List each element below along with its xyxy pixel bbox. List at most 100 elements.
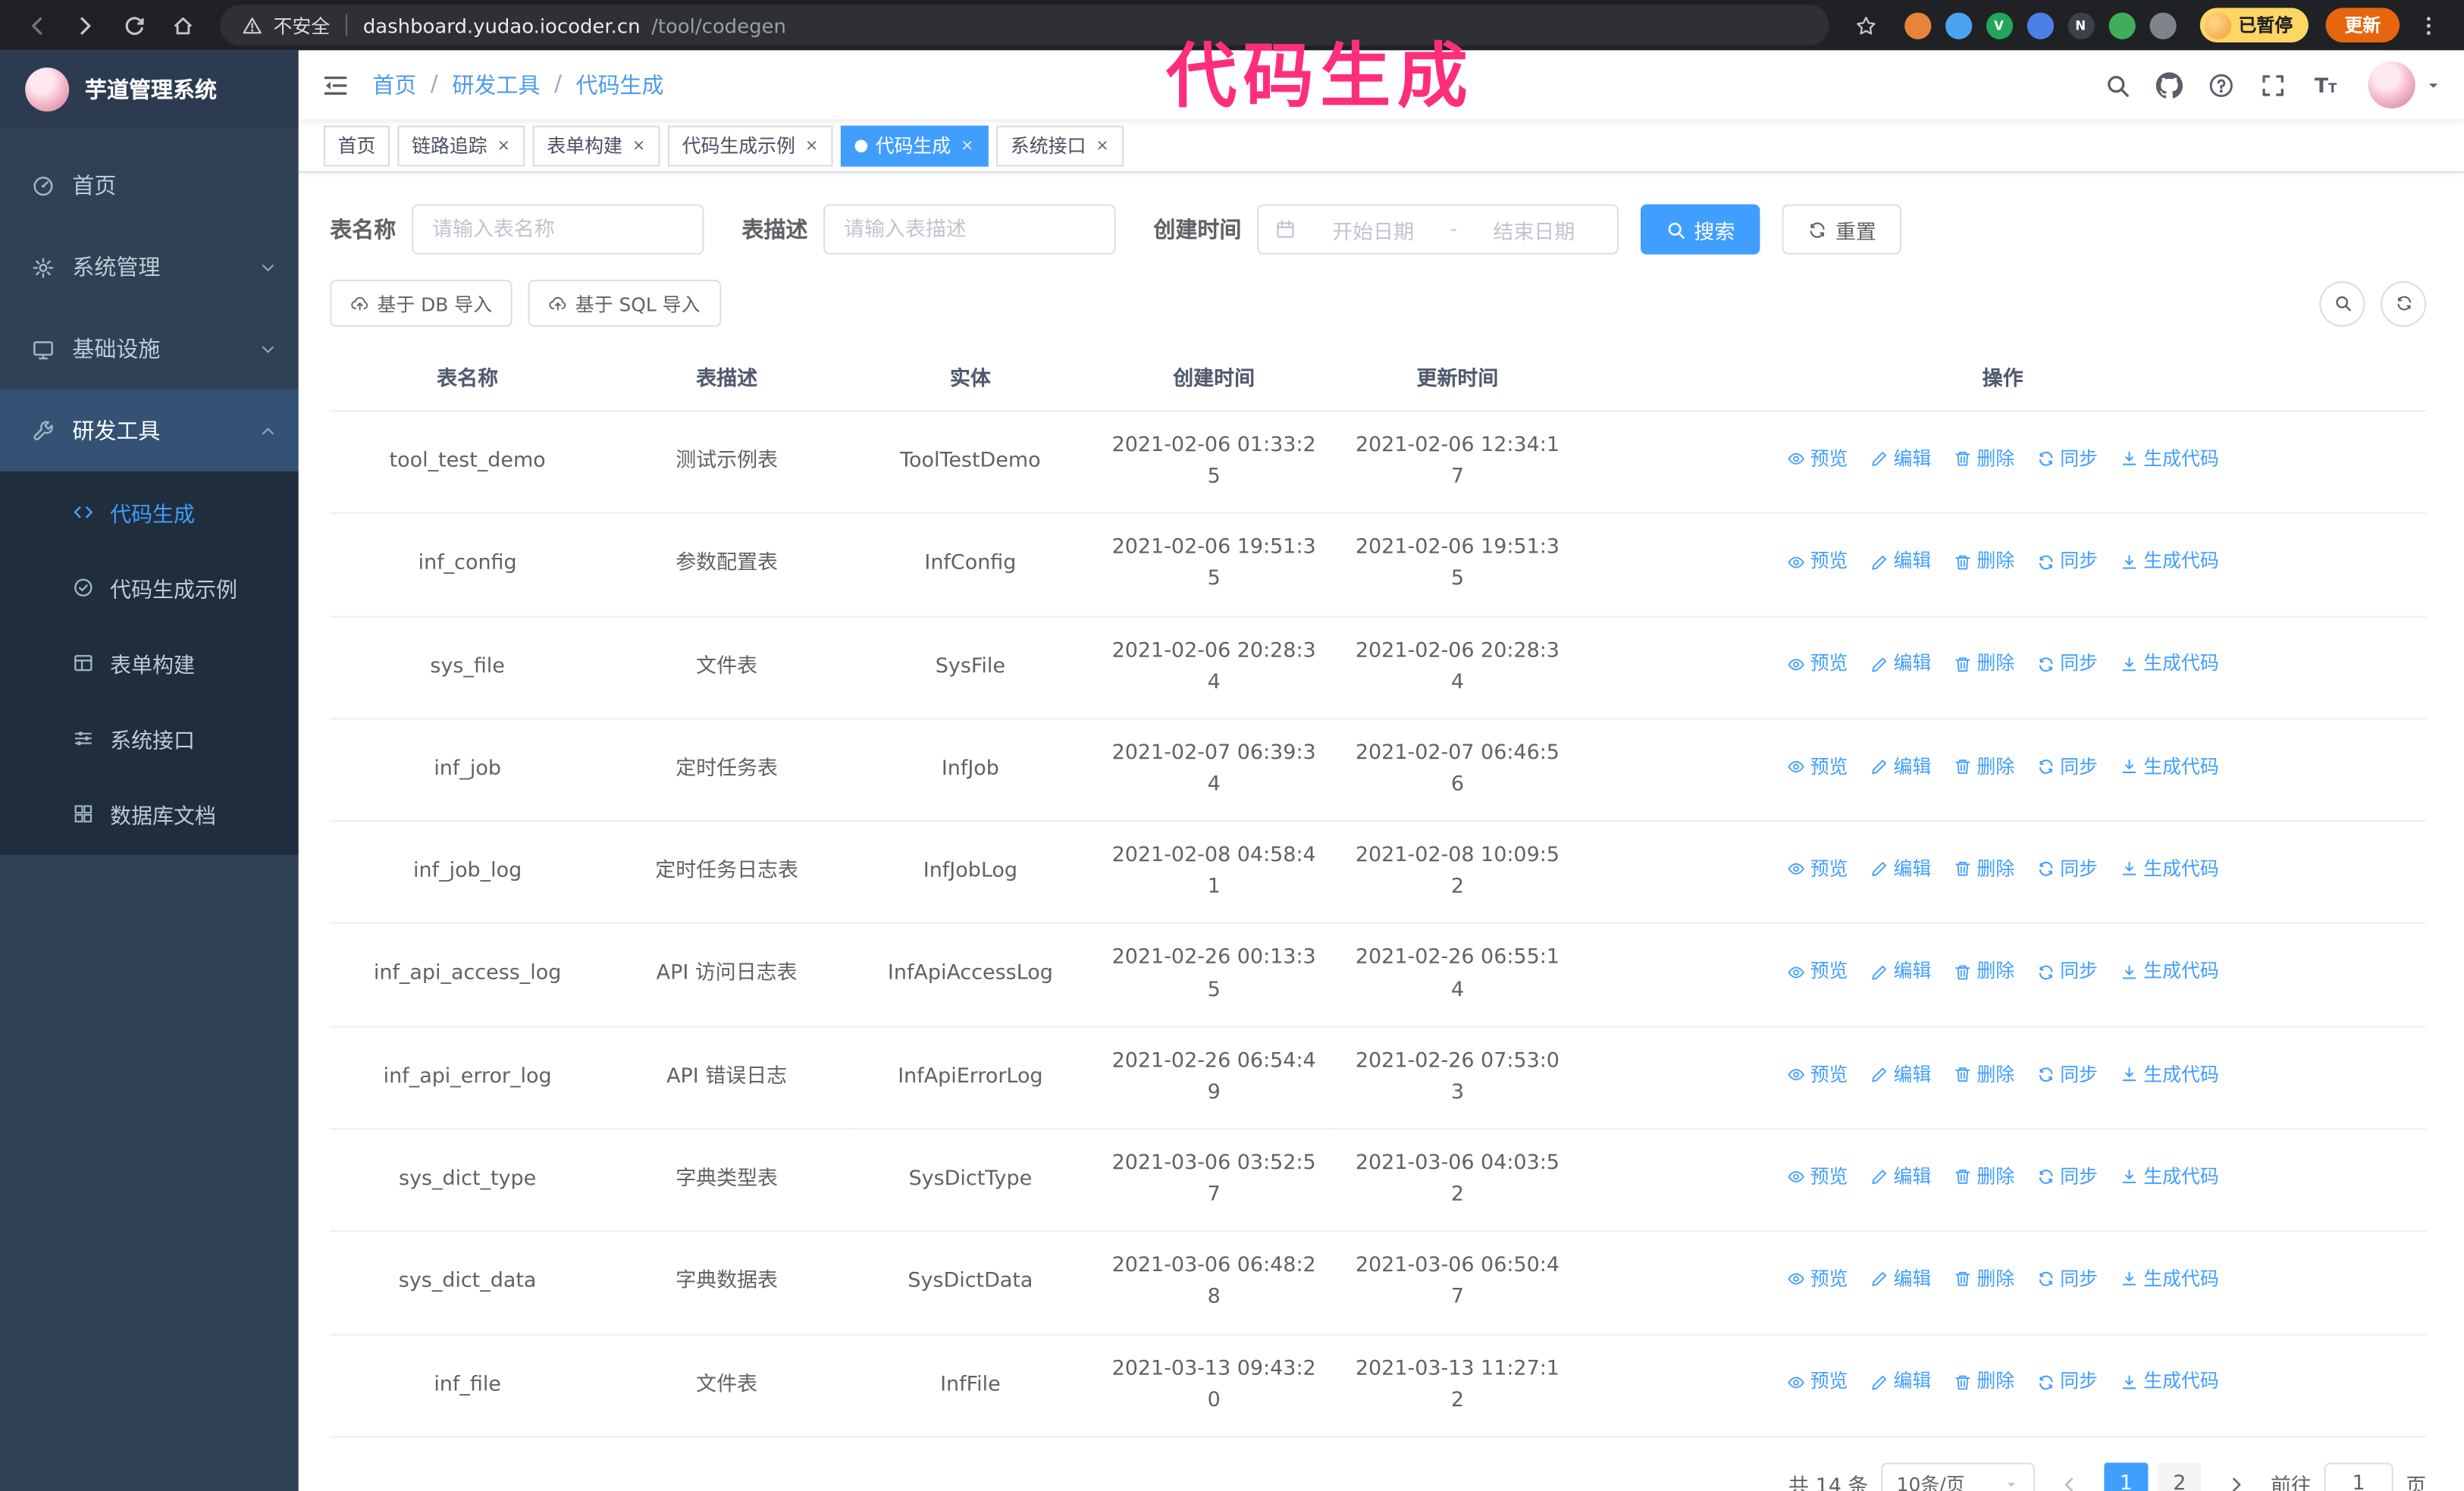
orange-extension-icon[interactable] [1904,11,1931,39]
sidebar-item-system-api[interactable]: 系统接口 [0,700,299,775]
back-icon[interactable] [16,5,57,45]
close-icon[interactable] [497,138,511,152]
close-icon[interactable] [1096,138,1110,152]
tab-home[interactable]: 首页 [323,124,390,166]
preview-link[interactable]: 预览 [1787,1367,1848,1397]
leaf-extension-icon[interactable] [2108,11,2135,39]
edit-link[interactable]: 编辑 [1870,957,1931,987]
puzzle-extension-icon[interactable] [2149,11,2176,39]
generate-code-link[interactable]: 生成代码 [2120,752,2219,782]
reload-icon[interactable] [113,5,154,45]
people-extension-icon[interactable] [2026,11,2053,39]
edit-link[interactable]: 编辑 [1870,1265,1931,1295]
address-bar[interactable]: 不安全 dashboard.yudao.iocoder.cn/tool/code… [220,5,1829,46]
terminal-extension-icon[interactable]: N [2067,11,2094,39]
generate-code-link[interactable]: 生成代码 [2120,855,2219,885]
generate-code-link[interactable]: 生成代码 [2120,1367,2219,1397]
import-sql-button[interactable]: 基于 SQL 导入 [528,279,721,327]
edit-link[interactable]: 编辑 [1870,855,1931,885]
page-size-select[interactable]: 10条/页 [1880,1462,2036,1491]
sidebar-item-form-builder[interactable]: 表单构建 [0,625,299,700]
drop-extension-icon[interactable] [1944,11,1972,39]
sync-link[interactable]: 同步 [2036,957,2098,987]
page-button-1[interactable]: 1 [2104,1462,2149,1491]
delete-link[interactable]: 删除 [1953,1163,2014,1192]
preview-link[interactable]: 预览 [1787,752,1848,782]
sidebar-item-codegen[interactable]: 代码生成 [0,475,299,550]
preview-link[interactable]: 预览 [1787,855,1848,885]
preview-link[interactable]: 预览 [1787,1060,1848,1089]
edit-link[interactable]: 编辑 [1870,752,1931,782]
delete-link[interactable]: 删除 [1953,1265,2014,1295]
close-icon[interactable] [804,138,819,152]
green-v-extension-icon[interactable]: V [1985,11,2013,39]
bookmark-star-icon[interactable] [1845,5,1886,45]
delete-link[interactable]: 删除 [1953,650,2014,679]
sidebar-item-system[interactable]: 系统管理 [0,226,299,308]
delete-link[interactable]: 删除 [1953,855,2014,885]
update-button[interactable]: 更新 [2325,8,2400,42]
generate-code-link[interactable]: 生成代码 [2120,1265,2219,1295]
date-range-picker[interactable]: 开始日期 - 结束日期 [1257,204,1619,255]
breadcrumb-item[interactable]: 代码生成 [576,69,664,100]
profile-paused-badge[interactable]: 已暂停 [2199,8,2309,42]
generate-code-link[interactable]: 生成代码 [2120,547,2219,577]
sidebar-item-infra[interactable]: 基础设施 [0,308,299,390]
prev-page-button[interactable] [2048,1462,2092,1491]
sync-link[interactable]: 同步 [2036,752,2098,782]
sync-link[interactable]: 同步 [2036,547,2098,577]
tab-form-builder[interactable]: 表单构建 [532,124,660,166]
goto-page-input[interactable] [2324,1462,2393,1491]
sidebar-item-db-doc[interactable]: 数据库文档 [0,776,299,851]
sync-link[interactable]: 同步 [2036,1367,2098,1397]
sidebar-item-devtools[interactable]: 研发工具 [0,390,299,471]
delete-link[interactable]: 删除 [1953,547,2014,577]
sync-link[interactable]: 同步 [2036,855,2098,885]
toggle-search-button[interactable] [2319,280,2365,327]
sidebar-item-codegen-example[interactable]: 代码生成示例 [0,550,299,625]
delete-link[interactable]: 删除 [1953,444,2014,474]
search-button[interactable]: 搜索 [1640,204,1760,255]
breadcrumb-item[interactable]: 首页 [372,69,416,100]
tab-tracer[interactable]: 链路追踪 [397,124,525,166]
github-icon[interactable] [2145,61,2193,109]
tab-codegen[interactable]: 代码生成 [841,124,989,166]
refresh-table-button[interactable] [2381,280,2427,327]
sidebar-item-home[interactable]: 首页 [0,145,299,227]
generate-code-link[interactable]: 生成代码 [2120,1060,2219,1089]
edit-link[interactable]: 编辑 [1870,547,1931,577]
user-menu[interactable] [2368,61,2442,109]
fullscreen-icon[interactable] [2249,61,2297,109]
hamburger-icon[interactable] [299,71,372,98]
app-logo[interactable]: 芋道管理系统 [0,50,299,129]
edit-link[interactable]: 编辑 [1870,444,1931,474]
page-button-2[interactable]: 2 [2157,1462,2202,1491]
sync-link[interactable]: 同步 [2036,1265,2098,1295]
sync-link[interactable]: 同步 [2036,1163,2098,1192]
edit-link[interactable]: 编辑 [1870,1060,1931,1089]
table-name-input[interactable] [412,204,704,255]
edit-link[interactable]: 编辑 [1870,1163,1931,1192]
import-db-button[interactable]: 基于 DB 导入 [330,279,513,327]
delete-link[interactable]: 删除 [1953,1367,2014,1397]
font-size-icon[interactable]: TT [2300,61,2349,109]
generate-code-link[interactable]: 生成代码 [2120,1163,2219,1192]
delete-link[interactable]: 删除 [1953,957,2014,987]
sync-link[interactable]: 同步 [2036,650,2098,679]
close-icon[interactable] [961,138,975,152]
close-icon[interactable] [632,138,646,152]
edit-link[interactable]: 编辑 [1870,650,1931,679]
sync-link[interactable]: 同步 [2036,444,2098,474]
breadcrumb-item[interactable]: 研发工具 [452,69,540,100]
tab-system-api[interactable]: 系统接口 [996,124,1124,166]
forward-icon[interactable] [64,5,105,45]
reset-button[interactable]: 重置 [1782,204,1902,255]
next-page-button[interactable] [2214,1462,2258,1491]
generate-code-link[interactable]: 生成代码 [2120,650,2219,679]
kebab-menu-icon[interactable] [2407,5,2448,45]
preview-link[interactable]: 预览 [1787,1265,1848,1295]
delete-link[interactable]: 删除 [1953,1060,2014,1089]
generate-code-link[interactable]: 生成代码 [2120,957,2219,987]
table-desc-input[interactable] [823,204,1116,255]
sync-link[interactable]: 同步 [2036,1060,2098,1089]
